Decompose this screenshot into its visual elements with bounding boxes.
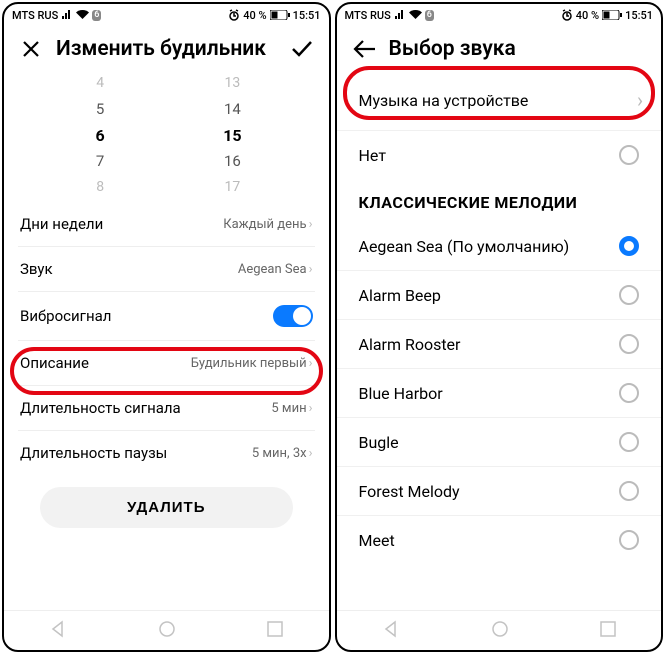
header: Изменить будильник: [4, 26, 329, 70]
clock-label: 15:51: [293, 9, 321, 22]
battery-icon: [270, 10, 290, 20]
back-icon[interactable]: [351, 36, 377, 62]
none-label: Нет: [359, 146, 387, 165]
melody-label: Alarm Rooster: [359, 335, 461, 354]
carrier-label: MTS RUS: [12, 9, 58, 22]
row-melody[interactable]: Forest Melody: [337, 466, 662, 515]
chevron-right-icon: ›: [309, 217, 313, 232]
battery-pct: 40 %: [576, 9, 599, 22]
melody-label: Meet: [359, 531, 395, 550]
row-melody[interactable]: Meet: [337, 515, 662, 564]
signal-len-label: Длительность сигнала: [20, 399, 181, 417]
phone-sound-picker: MTS RUS 6 40 % 15:51 Выбор звука Музыка …: [335, 2, 664, 652]
hour-wheel[interactable]: 4 5 6 7 8: [70, 72, 130, 198]
wifi-icon: [409, 10, 422, 20]
nav-recent-icon[interactable]: [267, 621, 283, 641]
minute-wheel[interactable]: 13 14 15 16 17: [202, 72, 262, 198]
battery-pct: 40 %: [243, 9, 266, 22]
nav-home-icon[interactable]: [491, 620, 509, 642]
alarm-icon: [561, 9, 573, 21]
radio-melody[interactable]: [619, 481, 639, 501]
vibrate-toggle[interactable]: [273, 305, 313, 327]
carrier-label: MTS RUS: [345, 9, 391, 22]
row-melody[interactable]: Alarm Beep: [337, 270, 662, 319]
page-title: Выбор звука: [389, 37, 648, 61]
clock-label: 15:51: [625, 9, 653, 22]
row-none[interactable]: Нет: [337, 130, 662, 179]
row-signal-length[interactable]: Длительность сигнала 5 мин›: [18, 386, 315, 431]
time-picker[interactable]: 4 5 6 7 8 13 14 15 16 17: [4, 70, 329, 202]
radio-melody[interactable]: [619, 285, 639, 305]
radio-melody[interactable]: [619, 432, 639, 452]
delete-button[interactable]: УДАЛИТЬ: [40, 487, 293, 528]
row-pause-length[interactable]: Длительность паузы 5 мин, 3x›: [18, 431, 315, 475]
days-label: Дни недели: [20, 215, 103, 233]
row-description[interactable]: Описание Будильник первый›: [18, 341, 315, 386]
nav-recent-icon[interactable]: [600, 621, 616, 641]
radio-none[interactable]: [619, 145, 639, 165]
melody-label: Bugle: [359, 433, 399, 452]
row-vibrate[interactable]: Вибросигнал: [18, 292, 315, 341]
close-icon[interactable]: [18, 36, 44, 62]
radio-melody[interactable]: [619, 334, 639, 354]
music-label: Музыка на устройстве: [359, 91, 529, 110]
signal-count: 6: [425, 10, 434, 21]
melody-label: Aegean Sea (По умолчанию): [359, 237, 570, 256]
signal-count: 6: [92, 10, 101, 21]
nav-back-icon[interactable]: [382, 620, 400, 642]
status-bar: MTS RUS 6 40 % 15:51: [4, 4, 329, 26]
nav-home-icon[interactable]: [158, 620, 176, 642]
confirm-icon[interactable]: [289, 36, 315, 62]
signal-icon: [394, 10, 406, 20]
section-classic: КЛАССИЧЕСКИЕ МЕЛОДИИ: [337, 179, 662, 222]
row-melody[interactable]: Blue Harbor: [337, 368, 662, 417]
sound-label: Звук: [20, 260, 53, 278]
desc-label: Описание: [20, 354, 89, 372]
melody-label: Alarm Beep: [359, 286, 441, 305]
chevron-right-icon: ›: [309, 262, 313, 277]
melody-label: Blue Harbor: [359, 384, 443, 403]
phone-edit-alarm: MTS RUS 6 40 % 15:51 Изменить будильник …: [2, 2, 331, 652]
row-melody[interactable]: Aegean Sea (По умолчанию): [337, 222, 662, 270]
chevron-right-icon: ›: [309, 446, 313, 461]
nav-bar: [4, 610, 329, 650]
header: Выбор звука: [337, 26, 662, 70]
status-bar: MTS RUS 6 40 % 15:51: [337, 4, 662, 26]
content-area: Музыка на устройстве › Нет КЛАССИЧЕСКИЕ …: [337, 70, 662, 610]
row-sound[interactable]: Звук Aegean Sea›: [18, 247, 315, 292]
wifi-icon: [76, 10, 89, 20]
row-days[interactable]: Дни недели Каждый день›: [18, 202, 315, 247]
alarm-icon: [228, 9, 240, 21]
radio-melody[interactable]: [619, 236, 639, 256]
radio-melody[interactable]: [619, 383, 639, 403]
chevron-right-icon: ›: [309, 356, 313, 371]
row-melody[interactable]: Alarm Rooster: [337, 319, 662, 368]
chevron-right-icon: ›: [309, 401, 313, 416]
row-melody[interactable]: Bugle: [337, 417, 662, 466]
vibrate-label: Вибросигнал: [20, 307, 111, 325]
radio-melody[interactable]: [619, 530, 639, 550]
signal-icon: [61, 10, 73, 20]
row-music-on-device[interactable]: Музыка на устройстве ›: [337, 70, 662, 130]
page-title: Изменить будильник: [56, 37, 277, 61]
battery-icon: [602, 10, 622, 20]
content-area: 4 5 6 7 8 13 14 15 16 17 Дни недели Кажд…: [4, 70, 329, 610]
nav-bar: [337, 610, 662, 650]
melody-label: Forest Melody: [359, 482, 460, 501]
pause-len-label: Длительность паузы: [20, 444, 167, 462]
nav-back-icon[interactable]: [49, 620, 67, 642]
chevron-right-icon: ›: [637, 88, 643, 112]
